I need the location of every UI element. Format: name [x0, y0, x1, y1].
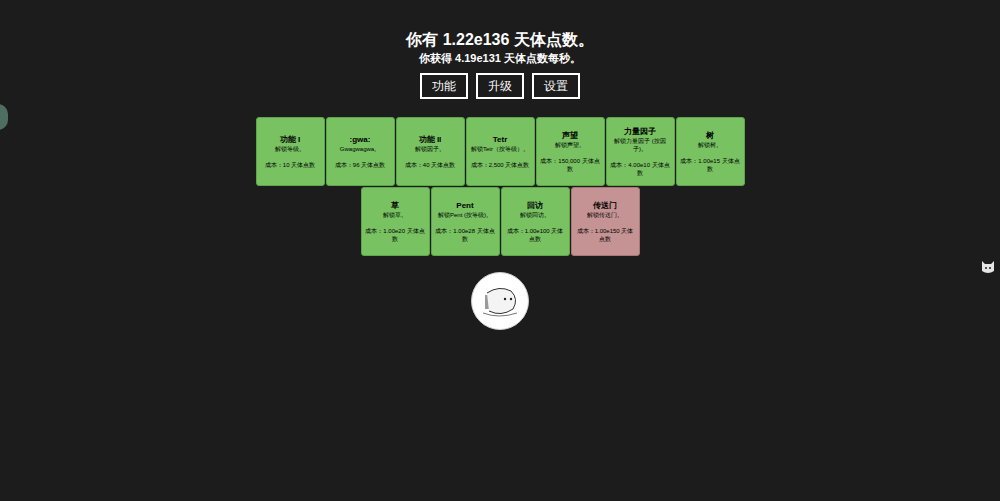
- upgrade-title: 功能 II: [419, 135, 442, 145]
- upgrade-title: 树: [706, 131, 714, 141]
- upgrade-cost: 成本：2,500 天体点数: [471, 161, 530, 169]
- upgrade-cost: 成本：1.00e100 天体点数: [505, 227, 566, 243]
- upgrade-cost: 成本：40 天体点数: [405, 161, 455, 169]
- upgrade-cost: 成本：96 天体点数: [335, 161, 385, 169]
- upgrade-title: 声望: [562, 131, 578, 141]
- tab-button[interactable]: 功能: [420, 73, 468, 99]
- upgrade-title: :gwa:: [350, 135, 371, 145]
- upgrade-card[interactable]: 功能 I解锁等级。成本：10 天体点数: [256, 117, 325, 186]
- upgrade-description: 解锁Tetr（按等级）。: [471, 145, 529, 153]
- upgrade-description: 解锁Pent (按等级)。: [438, 211, 492, 219]
- upgrade-cost: 成本：10 天体点数: [265, 161, 315, 169]
- upgrade-card[interactable]: Tetr解锁Tetr（按等级）。成本：2,500 天体点数: [466, 117, 535, 186]
- upgrade-card[interactable]: Pent解锁Pent (按等级)。成本：1.00e28 天体点数: [431, 187, 500, 256]
- upgrade-description: 解锁回访。: [520, 211, 550, 219]
- upgrade-card[interactable]: 声望解锁声望。成本：150,000 天体点数: [536, 117, 605, 186]
- upgrade-title: 力量因子: [624, 127, 656, 137]
- upgrade-description: 解锁传送门。: [587, 211, 623, 219]
- upgrade-title: 传送门: [593, 201, 617, 211]
- upgrade-card[interactable]: 草解锁草。成本：1.00e20 天体点数: [361, 187, 430, 256]
- upgrade-description: Gwagwagwa。: [340, 145, 380, 153]
- upgrade-description: 解锁草。: [383, 211, 407, 219]
- side-toggle[interactable]: [0, 104, 8, 130]
- tab-button[interactable]: 设置: [532, 73, 580, 99]
- upgrade-card[interactable]: 力量因子解锁力量因子 (按因子)。成本：4.00e10 天体点数: [606, 117, 675, 186]
- rate-display: 你获得 4.19e131 天体点数每秒。: [419, 51, 581, 65]
- points-display: 你有 1.22e136 天体点数。: [406, 30, 594, 50]
- upgrade-title: Tetr: [493, 135, 508, 145]
- game-screen: 你有 1.22e136 天体点数。你获得 4.19e131 天体点数每秒。功能升…: [0, 0, 1000, 501]
- upgrade-card[interactable]: 传送门解锁传送门。成本：1.00e150 天体点数: [571, 187, 640, 256]
- upgrade-title: 回访: [527, 201, 543, 211]
- upgrade-description: 解锁树。: [698, 141, 722, 149]
- upgrade-grid: 功能 I解锁等级。成本：10 天体点数:gwa:Gwagwagwa。成本：96 …: [255, 117, 745, 256]
- cat-mascot-icon: [479, 283, 521, 319]
- upgrade-cost: 成本：150,000 天体点数: [540, 157, 601, 173]
- upgrade-card[interactable]: 树解锁树。成本：1.00e15 天体点数: [676, 117, 745, 186]
- tab-bar: 功能升级设置: [420, 73, 580, 99]
- upgrade-cost: 成本：4.00e10 天体点数: [610, 161, 671, 177]
- upgrade-description: 解锁等级。: [275, 145, 305, 153]
- upgrade-title: 功能 I: [280, 135, 300, 145]
- upgrade-description: 解锁因子。: [415, 145, 445, 153]
- cat-icon[interactable]: [980, 259, 996, 275]
- upgrade-cost: 成本：1.00e150 天体点数: [575, 227, 636, 243]
- upgrade-title: Pent: [456, 201, 473, 211]
- upgrade-cost: 成本：1.00e28 天体点数: [435, 227, 496, 243]
- tab-button[interactable]: 升级: [476, 73, 524, 99]
- upgrade-card[interactable]: :gwa:Gwagwagwa。成本：96 天体点数: [326, 117, 395, 186]
- upgrade-description: 解锁力量因子 (按因子)。: [610, 137, 671, 153]
- upgrade-title: 草: [391, 201, 399, 211]
- mascot-image: [471, 272, 529, 330]
- upgrade-card[interactable]: 回访解锁回访。成本：1.00e100 天体点数: [501, 187, 570, 256]
- upgrade-card[interactable]: 功能 II解锁因子。成本：40 天体点数: [396, 117, 465, 186]
- upgrade-description: 解锁声望。: [555, 141, 585, 149]
- upgrade-cost: 成本：1.00e20 天体点数: [365, 227, 426, 243]
- upgrade-cost: 成本：1.00e15 天体点数: [680, 157, 741, 173]
